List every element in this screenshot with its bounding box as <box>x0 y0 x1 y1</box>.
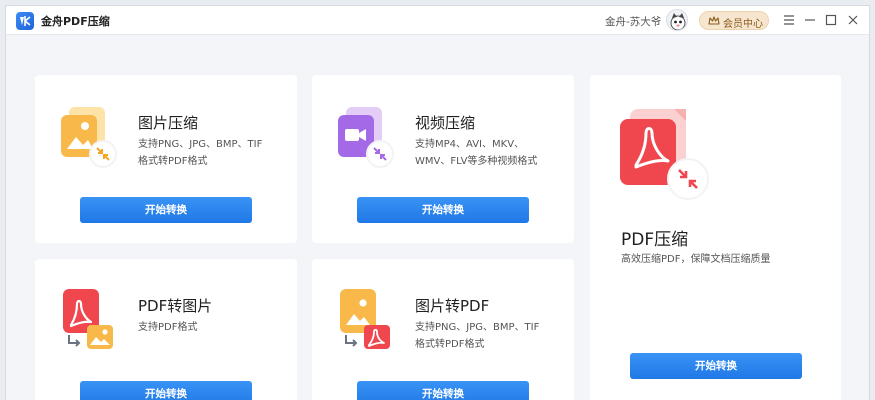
close-icon[interactable] <box>845 12 861 28</box>
minimize-icon[interactable] <box>802 12 818 28</box>
app-title: 金舟PDF压缩 <box>41 15 110 28</box>
card-title: PDF转图片 <box>138 297 213 315</box>
crown-icon <box>708 16 720 25</box>
card-desc-line1: 支持PNG、JPG、BMP、TIF <box>138 139 263 150</box>
image-to-pdf-icon <box>340 289 390 349</box>
card-image-compress: 图片压缩 支持PNG、JPG、BMP、TIF 格式转PDF格式 开始转换 <box>35 75 297 243</box>
start-convert-button[interactable]: 开始转换 <box>357 197 529 223</box>
user-name[interactable]: 金舟-苏大爷 <box>605 14 661 29</box>
card-title: 图片转PDF <box>415 297 490 315</box>
card-desc-line1: 高效压缩PDF，保障文档压缩质量 <box>621 254 771 265</box>
start-convert-button[interactable]: 开始转换 <box>630 353 802 379</box>
card-title: 图片压缩 <box>138 114 199 132</box>
card-pdf-compress: PDF压缩 高效压缩PDF，保障文档压缩质量 开始转换 <box>590 75 841 400</box>
start-convert-button[interactable]: 开始转换 <box>357 381 529 400</box>
title-bar: 金舟PDF压缩 金舟-苏大爷 会员中心 <box>6 6 869 35</box>
card-desc-line2: 格式转PDF格式 <box>415 339 485 350</box>
start-convert-button[interactable]: 开始转换 <box>80 197 252 223</box>
member-center-button[interactable]: 会员中心 <box>699 11 769 30</box>
card-image-to-pdf: 图片转PDF 支持PNG、JPG、BMP、TIF 格式转PDF格式 开始转换 <box>312 259 574 400</box>
app-logo-icon <box>16 12 34 30</box>
start-convert-button[interactable]: 开始转换 <box>80 381 252 400</box>
tool-grid: 图片压缩 支持PNG、JPG、BMP、TIF 格式转PDF格式 开始转换 视频压… <box>6 35 869 400</box>
card-desc-line1: 支持MP4、AVI、MKV、 <box>415 139 525 150</box>
maximize-icon[interactable] <box>823 12 839 28</box>
card-desc-line1: 支持PDF格式 <box>138 322 198 333</box>
video-compress-icon <box>338 107 394 168</box>
pdf-to-image-icon <box>63 289 113 349</box>
card-title: 视频压缩 <box>415 114 476 132</box>
member-center-label: 会员中心 <box>723 19 763 30</box>
menu-icon[interactable] <box>781 12 797 28</box>
card-desc-line2: WMV、FLV等多种视频格式 <box>415 156 538 167</box>
app-window: 金舟PDF压缩 金舟-苏大爷 会员中心 图片压缩 支持PNG、JPG、BMP、T… <box>5 5 870 400</box>
avatar[interactable] <box>666 9 688 31</box>
card-title: PDF压缩 <box>621 230 689 250</box>
pdf-compress-icon <box>620 109 709 200</box>
image-compress-icon <box>61 107 117 168</box>
card-video-compress: 视频压缩 支持MP4、AVI、MKV、 WMV、FLV等多种视频格式 开始转换 <box>312 75 574 243</box>
card-pdf-to-image: PDF转图片 支持PDF格式 开始转换 <box>35 259 297 400</box>
card-desc-line1: 支持PNG、JPG、BMP、TIF <box>415 322 540 333</box>
card-desc-line2: 格式转PDF格式 <box>138 156 208 167</box>
